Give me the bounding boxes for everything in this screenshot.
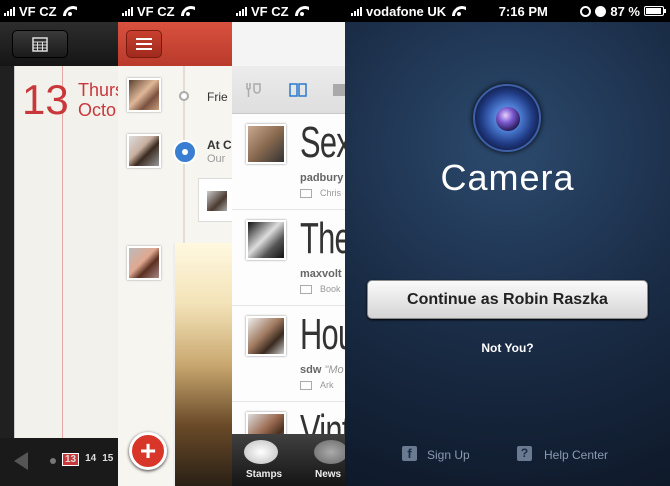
status-bar: VF CZ (232, 0, 345, 22)
wifi-icon (63, 6, 77, 16)
avatar (206, 190, 228, 212)
continue-as-user-button[interactable]: Continue as Robin Raszka (367, 280, 648, 319)
signal-icon (122, 6, 133, 16)
app-switcher-screens: VF CZ 13 Thurs Octo 13 14 15 VF CZ Frie … (0, 0, 670, 486)
stamps-icon[interactable] (244, 440, 278, 464)
calendar-view-button[interactable] (12, 30, 68, 58)
carrier-label: vodafone UK (366, 3, 447, 19)
day-number: 13 (22, 76, 69, 123)
battery-percent: 87 % (610, 3, 640, 19)
help-center-link[interactable]: Help Center (544, 448, 670, 462)
hamburger-icon (136, 38, 152, 40)
photo-moment[interactable] (173, 243, 234, 486)
today-dot[interactable] (50, 458, 56, 464)
date-item[interactable]: 14 (85, 453, 96, 466)
news-icon[interactable] (314, 440, 345, 464)
carrier-label: VF CZ (137, 3, 175, 19)
avatar[interactable] (127, 78, 161, 112)
timeline-dot (179, 91, 189, 101)
calendar-grid-icon (32, 37, 48, 52)
status-bar: vodafone UK 7:16 PM 87 % (345, 0, 670, 22)
wifi-icon (295, 6, 309, 16)
moment-text[interactable]: Frie (207, 90, 228, 104)
battery-icon (643, 6, 666, 16)
camera-login-screen: vodafone UK 7:16 PM 87 % Camera Continue… (345, 0, 670, 486)
date-item-selected[interactable]: 13 (62, 453, 80, 466)
stamp-title: Sex (300, 118, 345, 167)
stamp-subtitle: Chris (300, 188, 341, 198)
list-item[interactable]: The maxvolt Book (232, 210, 345, 306)
previous-arrow-icon[interactable] (14, 452, 28, 470)
stamps-screen: VF CZ Sex padbury Chris The maxvolt Book… (232, 0, 345, 486)
list-item[interactable]: Sex padbury Chris (232, 114, 345, 210)
signal-icon (351, 6, 362, 16)
stamp-user: sdw "Mo (300, 364, 344, 376)
facebook-icon: f (402, 446, 417, 461)
stamps-header (232, 22, 345, 66)
signal-icon (4, 6, 15, 16)
stamp-subtitle: Book (300, 284, 341, 294)
date-strip: 13 14 15 (62, 453, 113, 466)
carrier-label: VF CZ (19, 3, 57, 19)
user-thumbnail (246, 124, 286, 164)
status-bar: VF CZ (0, 0, 125, 22)
food-icon[interactable] (244, 82, 264, 98)
wifi-icon (181, 6, 195, 16)
rotation-lock-icon (580, 5, 592, 17)
tab-news[interactable]: News (315, 469, 341, 480)
avatar[interactable] (127, 134, 161, 168)
stamp-title: The (300, 214, 345, 263)
stamp-user: padbury (300, 172, 344, 184)
path-screen: VF CZ Frie At C Our + (118, 0, 234, 486)
stamp-title: Hou (300, 310, 345, 359)
app-title: Camera (440, 157, 575, 198)
date-item[interactable]: 15 (102, 453, 113, 466)
carrier-label: VF CZ (251, 3, 289, 19)
user-thumbnail (246, 316, 286, 356)
avatar[interactable] (127, 246, 161, 280)
moment-text[interactable]: At C (207, 138, 232, 152)
calendar-screen: VF CZ 13 Thurs Octo 13 14 15 (0, 0, 125, 486)
stamp-user: maxvolt (300, 268, 342, 280)
alarm-icon (595, 5, 607, 17)
status-time: 7:16 PM (498, 3, 548, 19)
moment-subtext: Our (207, 153, 226, 165)
book-icon[interactable] (288, 82, 308, 98)
help-icon: ? (517, 446, 532, 461)
tab-stamps[interactable]: Stamps (246, 469, 282, 480)
location-pin-icon (173, 140, 197, 164)
user-thumbnail (246, 220, 286, 260)
not-you-link[interactable]: Not You? (345, 341, 670, 355)
camera-lens-icon (473, 84, 541, 152)
menu-button[interactable] (126, 30, 162, 58)
film-icon[interactable] (332, 82, 345, 98)
status-bar: VF CZ (118, 0, 234, 22)
wifi-icon (452, 6, 466, 16)
signal-icon (236, 6, 247, 16)
stamp-subtitle: Ark (300, 380, 334, 390)
add-moment-button[interactable]: + (129, 432, 167, 470)
list-item[interactable]: Hou sdw "Mo Ark (232, 306, 345, 402)
month-label: Octo (78, 100, 117, 120)
